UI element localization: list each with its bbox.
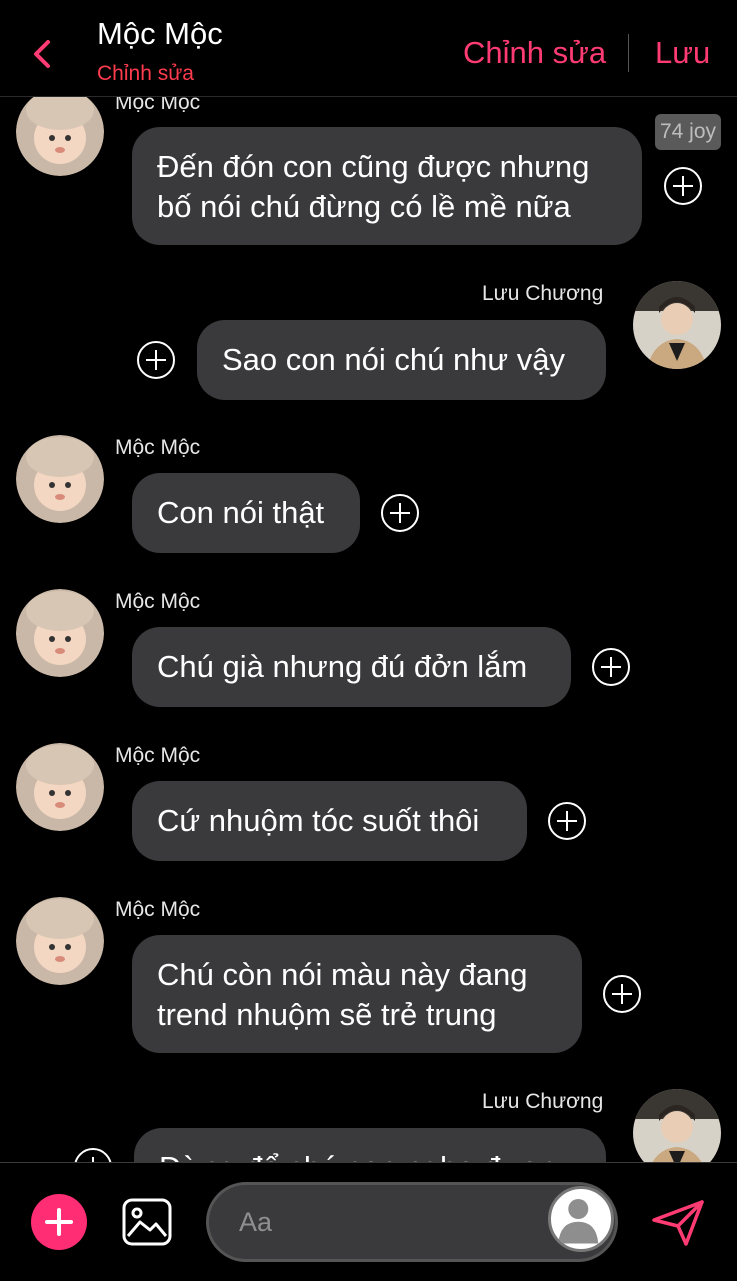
avatar-luu-chuong[interactable] [633, 1089, 721, 1162]
avatar-moc-moc[interactable] [16, 897, 104, 985]
message-list[interactable]: Mộc Mộc Đến đón con cũng được nhưng bố n… [0, 96, 737, 1162]
composer-bar: Aa [0, 1162, 737, 1281]
add-reaction-icon[interactable] [548, 802, 586, 840]
avatar-moc-moc[interactable] [16, 435, 104, 523]
add-reaction-icon[interactable] [137, 341, 175, 379]
add-reaction-icon[interactable] [381, 494, 419, 532]
message-bubble[interactable]: Chú còn nói màu này đang trend nhuộm sẽ … [132, 935, 582, 1053]
add-reaction-icon[interactable] [603, 975, 641, 1013]
profile-sticker-icon[interactable] [548, 1186, 614, 1252]
sender-name: Mộc Mộc [115, 744, 201, 767]
avatar-moc-moc[interactable] [16, 743, 104, 831]
back-arrow-icon[interactable] [28, 34, 58, 74]
header-divider [628, 34, 629, 72]
message-bubble[interactable]: Con nói thật [132, 473, 360, 553]
chat-title: Mộc Mộc [97, 16, 223, 51]
sender-name: Mộc Mộc [115, 590, 201, 613]
add-reaction-icon[interactable] [592, 648, 630, 686]
add-reaction-icon[interactable] [74, 1148, 112, 1162]
reaction-badge: 74 joy [655, 114, 721, 150]
message-bubble[interactable]: Đến đón con cũng được nhưng bố nói chú đ… [132, 127, 642, 245]
message-bubble[interactable]: Đừng để chú con nghe được [134, 1128, 606, 1162]
add-attachment-button[interactable] [31, 1194, 87, 1250]
save-button[interactable]: Lưu [655, 35, 710, 71]
add-reaction-icon[interactable] [664, 167, 702, 205]
message-bubble[interactable]: Sao con nói chú như vậy [197, 320, 606, 400]
send-icon[interactable] [650, 1198, 706, 1248]
edit-button[interactable]: Chỉnh sửa [463, 35, 606, 71]
sender-name: Mộc Mộc [115, 436, 201, 459]
image-icon[interactable] [122, 1198, 172, 1246]
avatar-moc-moc[interactable] [16, 96, 104, 176]
message-input-placeholder: Aa [239, 1207, 273, 1237]
message-bubble[interactable]: Chú già nhưng đú đởn lắm [132, 627, 571, 707]
avatar-luu-chuong[interactable] [633, 281, 721, 369]
message-bubble[interactable]: Cứ nhuộm tóc suốt thôi [132, 781, 527, 861]
sender-name: Mộc Mộc [115, 898, 201, 921]
sender-name: Lưu Chương [482, 1090, 604, 1113]
sender-name: Mộc Mộc [115, 96, 201, 114]
sender-name: Lưu Chương [482, 282, 604, 305]
chat-header: Mộc Mộc Chỉnh sửa Chỉnh sửa Lưu [0, 0, 737, 97]
avatar-moc-moc[interactable] [16, 589, 104, 677]
chat-subtitle: Chỉnh sửa [97, 62, 194, 85]
